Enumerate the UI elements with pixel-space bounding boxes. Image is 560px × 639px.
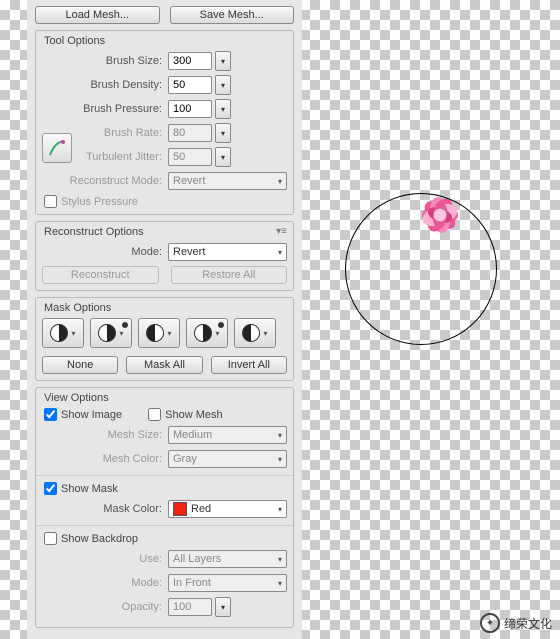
save-mesh-button[interactable]: Save Mesh... [170, 6, 295, 24]
brush-density-dropdown[interactable]: ▾ [215, 75, 231, 95]
view-options-group: View Options Show Image Show Mesh Mesh S… [35, 387, 294, 628]
brush-density-input[interactable] [168, 76, 212, 94]
chevron-down-icon: ▾ [278, 579, 282, 588]
mesh-color-select: Gray ▾ [168, 450, 287, 468]
mask-color-select[interactable]: Red ▾ [168, 500, 287, 518]
load-mesh-button[interactable]: Load Mesh... [35, 6, 160, 24]
reconstruct-options-group: Reconstruct Options ▾≡ Mode: Revert ▾ Re… [35, 221, 294, 291]
brush-rate-dropdown: ▾ [215, 123, 231, 143]
panel-menu-icon[interactable]: ▾≡ [276, 226, 287, 237]
mask-mode-row: ▾ ▾ ▾ ▾ ▾ [42, 318, 287, 348]
mesh-size-select: Medium ▾ [168, 426, 287, 444]
opacity-dropdown: ▾ [215, 597, 231, 617]
backdrop-use-value: All Layers [173, 553, 221, 565]
brush-cursor-circle [345, 193, 497, 345]
show-mask-input[interactable] [44, 482, 57, 495]
tool-options-group: Tool Options Brush Size: ▾ Brush Density… [35, 30, 294, 215]
mask-mode-5[interactable]: ▾ [234, 318, 276, 348]
reconstruct-options-title: Reconstruct Options ▾≡ [44, 226, 287, 238]
show-mask-label: Show Mask [61, 483, 118, 495]
show-mask-checkbox[interactable]: Show Mask [44, 482, 287, 495]
mesh-size-label: Mesh Size: [42, 429, 168, 441]
show-image-input[interactable] [44, 408, 57, 421]
chevron-down-icon: ▾ [263, 329, 267, 338]
mask-color-value: Red [191, 503, 211, 515]
mask-options-title: Mask Options [44, 302, 287, 314]
backdrop-mode-value: In Front [173, 577, 211, 589]
watermark-text: 缔荣文化 [504, 615, 552, 632]
reconstruct-mode-select: Revert ▾ [168, 172, 287, 190]
mask-mode-4[interactable]: ▾ [186, 318, 228, 348]
reconstruct-mode-row-label: Mode: [42, 246, 168, 258]
backdrop-mode-label: Mode: [42, 577, 168, 589]
show-image-label: Show Image [61, 409, 122, 421]
show-backdrop-checkbox[interactable]: Show Backdrop [44, 532, 287, 545]
reconstruct-mode-label: Reconstruct Mode: [42, 175, 168, 187]
brush-size-dropdown[interactable]: ▾ [215, 51, 231, 71]
reconstruct-mode-value: Revert [173, 175, 205, 187]
restore-all-button[interactable]: Restore All [171, 266, 288, 284]
show-backdrop-input[interactable] [44, 532, 57, 545]
mask-options-group: Mask Options ▾ ▾ ▾ ▾ ▾ None Mask All Inv… [35, 297, 294, 381]
show-mesh-checkbox[interactable]: Show Mesh [148, 408, 222, 421]
mask-mode-2[interactable]: ▾ [90, 318, 132, 348]
chevron-down-icon: ▾ [278, 455, 282, 464]
invert-all-button[interactable]: Invert All [211, 356, 287, 374]
mesh-color-label: Mesh Color: [42, 453, 168, 465]
brush-size-label: Brush Size: [42, 55, 168, 67]
brush-pressure-input[interactable] [168, 100, 212, 118]
chevron-down-icon: ▾ [167, 329, 171, 338]
tool-options-title: Tool Options [44, 35, 287, 47]
turbulent-jitter-dropdown: ▾ [215, 147, 231, 167]
chevron-down-icon: ▾ [278, 248, 282, 257]
brush-size-input[interactable] [168, 52, 212, 70]
chevron-down-icon: ▾ [278, 431, 282, 440]
brush-density-label: Brush Density: [42, 79, 168, 91]
chevron-down-icon: ▾ [278, 177, 282, 186]
mesh-color-value: Gray [173, 453, 197, 465]
mask-all-button[interactable]: Mask All [126, 356, 202, 374]
mask-none-button[interactable]: None [42, 356, 118, 374]
opacity-input [168, 598, 212, 616]
mask-mode-1[interactable]: ▾ [42, 318, 84, 348]
show-backdrop-label: Show Backdrop [61, 533, 138, 545]
watermark: ✦ 缔荣文化 [480, 613, 552, 633]
backdrop-mode-select: In Front ▾ [168, 574, 287, 592]
brush-pressure-label: Brush Pressure: [42, 103, 168, 115]
stylus-pressure-input[interactable] [44, 195, 57, 208]
show-mesh-input[interactable] [148, 408, 161, 421]
mesh-size-value: Medium [173, 429, 212, 441]
brush-rate-input [168, 124, 212, 142]
brush-pressure-dropdown[interactable]: ▾ [215, 99, 231, 119]
chevron-down-icon: ▾ [215, 329, 219, 338]
show-mesh-label: Show Mesh [165, 409, 222, 421]
view-options-title: View Options [44, 392, 287, 404]
options-panel: Load Mesh... Save Mesh... Tool Options B… [27, 0, 302, 639]
opacity-label: Opacity: [42, 601, 168, 613]
backdrop-use-label: Use: [42, 553, 168, 565]
chevron-down-icon: ▾ [278, 555, 282, 564]
chevron-down-icon: ▾ [278, 505, 282, 514]
wechat-icon: ✦ [480, 613, 500, 633]
mask-color-label: Mask Color: [42, 503, 168, 515]
chevron-down-icon: ▾ [119, 329, 123, 338]
chevron-down-icon: ▾ [71, 329, 75, 338]
turbulent-jitter-input [168, 148, 212, 166]
reconstruct-mode-row-value: Revert [173, 246, 205, 258]
stylus-pressure-label: Stylus Pressure [61, 196, 138, 208]
pressure-tool-icon[interactable] [42, 133, 72, 163]
mask-mode-3[interactable]: ▾ [138, 318, 180, 348]
reconstruct-mode-row-select[interactable]: Revert ▾ [168, 243, 287, 261]
mesh-buttons: Load Mesh... Save Mesh... [35, 6, 294, 24]
reconstruct-button[interactable]: Reconstruct [42, 266, 159, 284]
flower-image [405, 180, 475, 250]
backdrop-use-select: All Layers ▾ [168, 550, 287, 568]
stylus-pressure-checkbox[interactable]: Stylus Pressure [44, 195, 287, 208]
mask-color-swatch [173, 502, 187, 516]
show-image-checkbox[interactable]: Show Image [44, 408, 122, 421]
